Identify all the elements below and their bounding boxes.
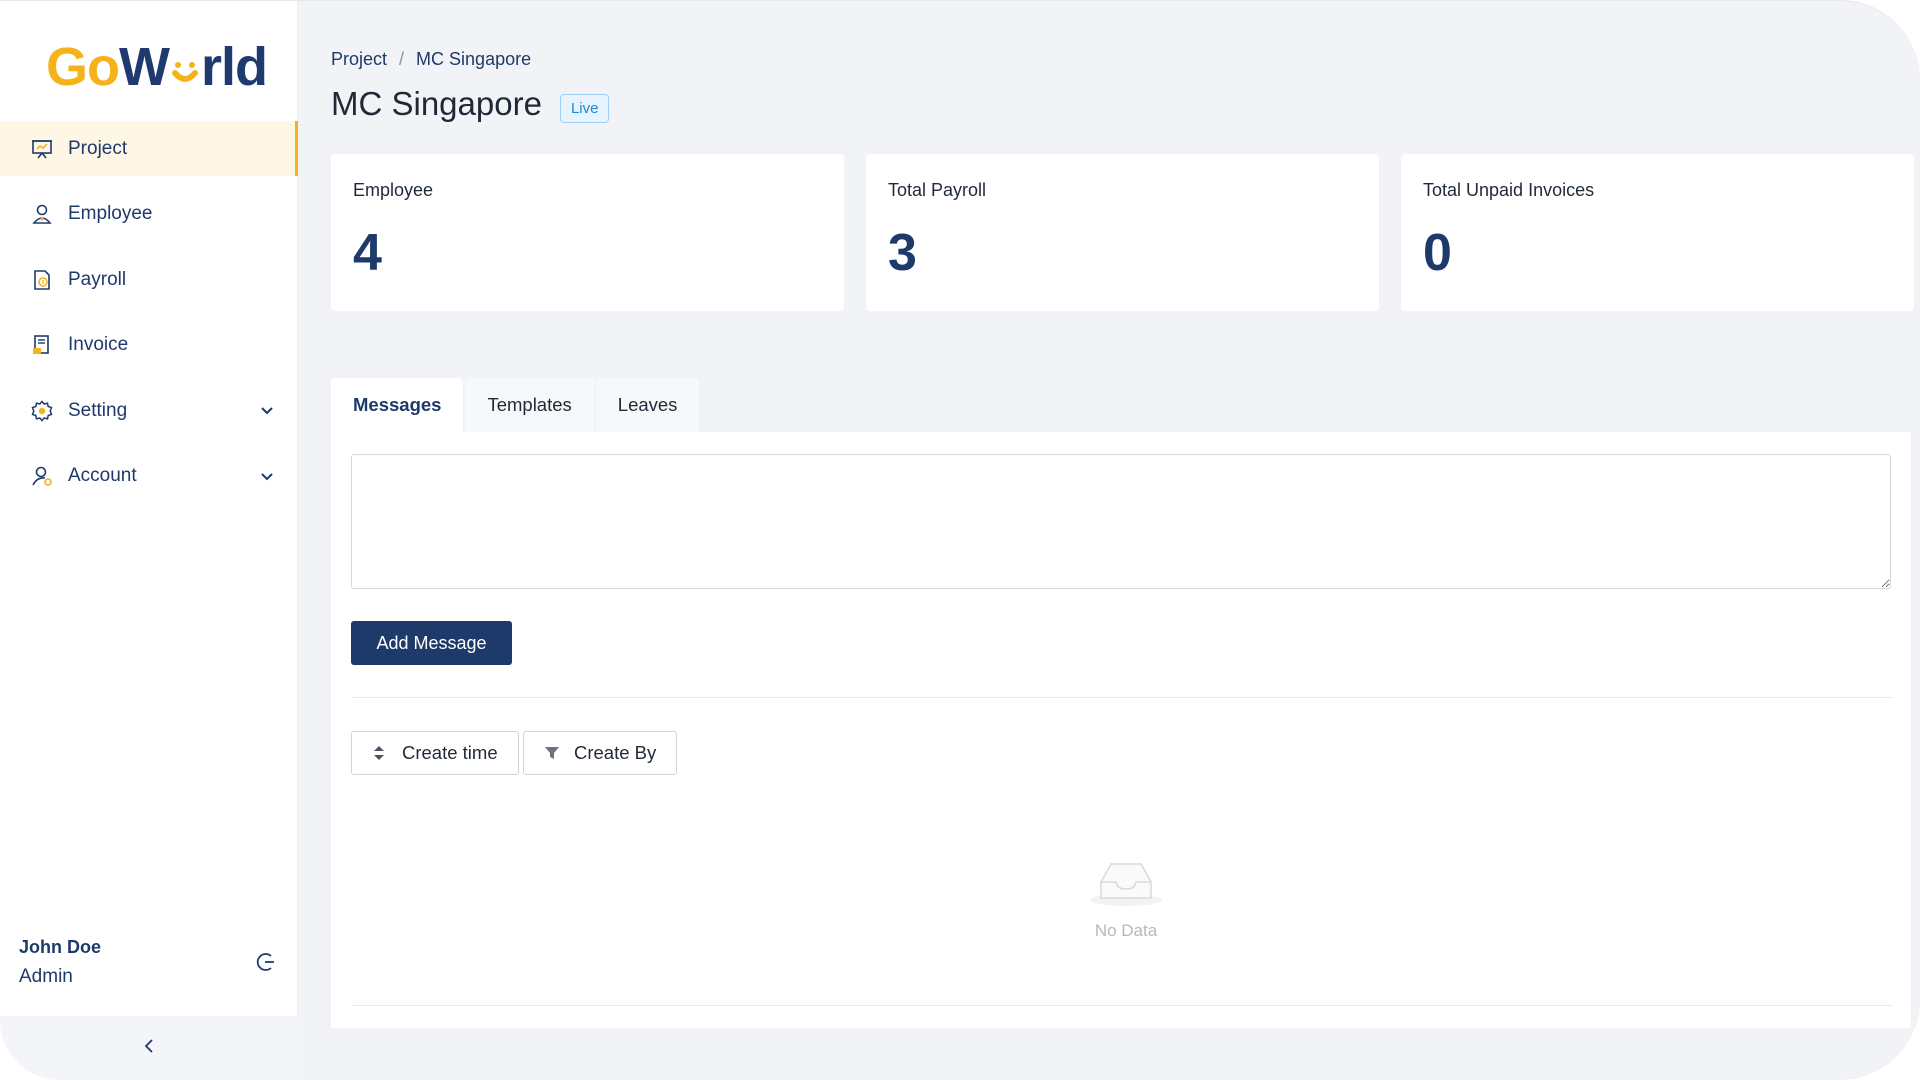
sidebar-item-setting[interactable]: Setting [0, 383, 298, 438]
sidebar-item-label: Setting [68, 399, 128, 421]
stat-card-label: Total Payroll [888, 180, 987, 200]
stat-cards: Employee 4 Total Payroll 3 Total Unpaid … [331, 154, 1914, 311]
presentation-icon [30, 137, 54, 161]
chevron-down-icon[interactable] [258, 467, 276, 485]
create-time-sort-button[interactable]: Create time [351, 731, 519, 775]
stat-card-label: Total Unpaid Invoices [1423, 180, 1595, 200]
page-title: MC Singapore Live [331, 85, 610, 123]
filter-label: Create By [574, 742, 657, 763]
user-name: John Doe [19, 937, 102, 957]
sidebar-nav: Project Employee Payroll Invoice Setting… [0, 121, 298, 515]
logout-icon[interactable] [255, 951, 277, 973]
breadcrumb-current: MC Singapore [416, 49, 532, 69]
account-icon [30, 464, 54, 488]
gear-icon [30, 399, 54, 423]
sidebar-item-project[interactable]: Project [0, 121, 298, 176]
stat-card-value: 3 [888, 224, 917, 282]
sidebar-item-label: Payroll [68, 268, 127, 290]
stat-card-label: Employee [353, 180, 434, 200]
empty-inbox-icon [1081, 863, 1171, 912]
user-role: Admin [19, 966, 73, 987]
smile-icon [170, 51, 200, 91]
stat-card-value: 0 [1423, 224, 1452, 282]
main-content: Project / MC Singapore MC Singapore Live… [298, 1, 1920, 1080]
message-textarea[interactable] [351, 454, 1891, 589]
tab-leaves[interactable]: Leaves [595, 378, 700, 432]
sidebar-item-label: Invoice [68, 334, 129, 356]
stat-card-total-payroll: Total Payroll 3 [866, 154, 1379, 311]
create-by-filter-button[interactable]: Create By [523, 731, 678, 775]
filter-icon [544, 744, 560, 762]
payroll-doc-icon [30, 268, 54, 292]
user-icon [30, 202, 54, 226]
page-title-text: MC Singapore [331, 85, 542, 122]
sidebar-item-label: Project [68, 137, 128, 159]
breadcrumb-project-link[interactable]: Project [331, 49, 387, 70]
divider [351, 697, 1893, 698]
sidebar-item-payroll[interactable]: Payroll [0, 252, 298, 307]
sidebar: Go W rld Project Employee Payroll Invoic… [0, 1, 298, 1080]
logo-text-rld: rld [200, 37, 268, 97]
divider [351, 1005, 1893, 1006]
sidebar-collapse-button[interactable] [0, 1016, 298, 1080]
chevron-down-icon[interactable] [258, 401, 276, 419]
logo-text-go: Go [46, 37, 120, 97]
sidebar-item-label: Account [68, 465, 137, 487]
sidebar-item-label: Employee [68, 203, 153, 225]
user-profile: John Doe Admin [19, 937, 279, 988]
chevron-left-icon [141, 1037, 157, 1060]
stat-card-employee: Employee 4 [331, 154, 844, 311]
filter-label: Create time [402, 742, 498, 763]
add-message-button[interactable]: Add Message [351, 621, 512, 665]
breadcrumb: Project / MC Singapore [331, 49, 531, 70]
messages-panel: Add Message Create time Create By No Dat… [331, 432, 1911, 1028]
tab-templates[interactable]: Templates [465, 378, 594, 432]
breadcrumb-separator: / [399, 49, 405, 69]
goworld-logo[interactable]: Go W rld [46, 37, 268, 97]
empty-state-text: No Data [1094, 921, 1158, 940]
sidebar-item-employee[interactable]: Employee [0, 187, 298, 242]
logo-text-w: W [119, 37, 170, 97]
stat-card-value: 4 [353, 224, 382, 282]
status-badge: Live [559, 93, 610, 123]
invoice-icon [30, 333, 54, 357]
tab-messages[interactable]: Messages [331, 378, 464, 432]
tab-bar: Messages Templates Leaves [331, 378, 701, 432]
sidebar-item-invoice[interactable]: Invoice [0, 318, 298, 373]
sidebar-item-account[interactable]: Account [0, 449, 298, 504]
app-frame: Go W rld Project Employee Payroll Invoic… [0, 0, 1920, 1080]
empty-state: No Data [1081, 852, 1171, 941]
stat-card-unpaid-invoices: Total Unpaid Invoices 0 [1401, 154, 1914, 311]
sort-icon [372, 744, 388, 762]
